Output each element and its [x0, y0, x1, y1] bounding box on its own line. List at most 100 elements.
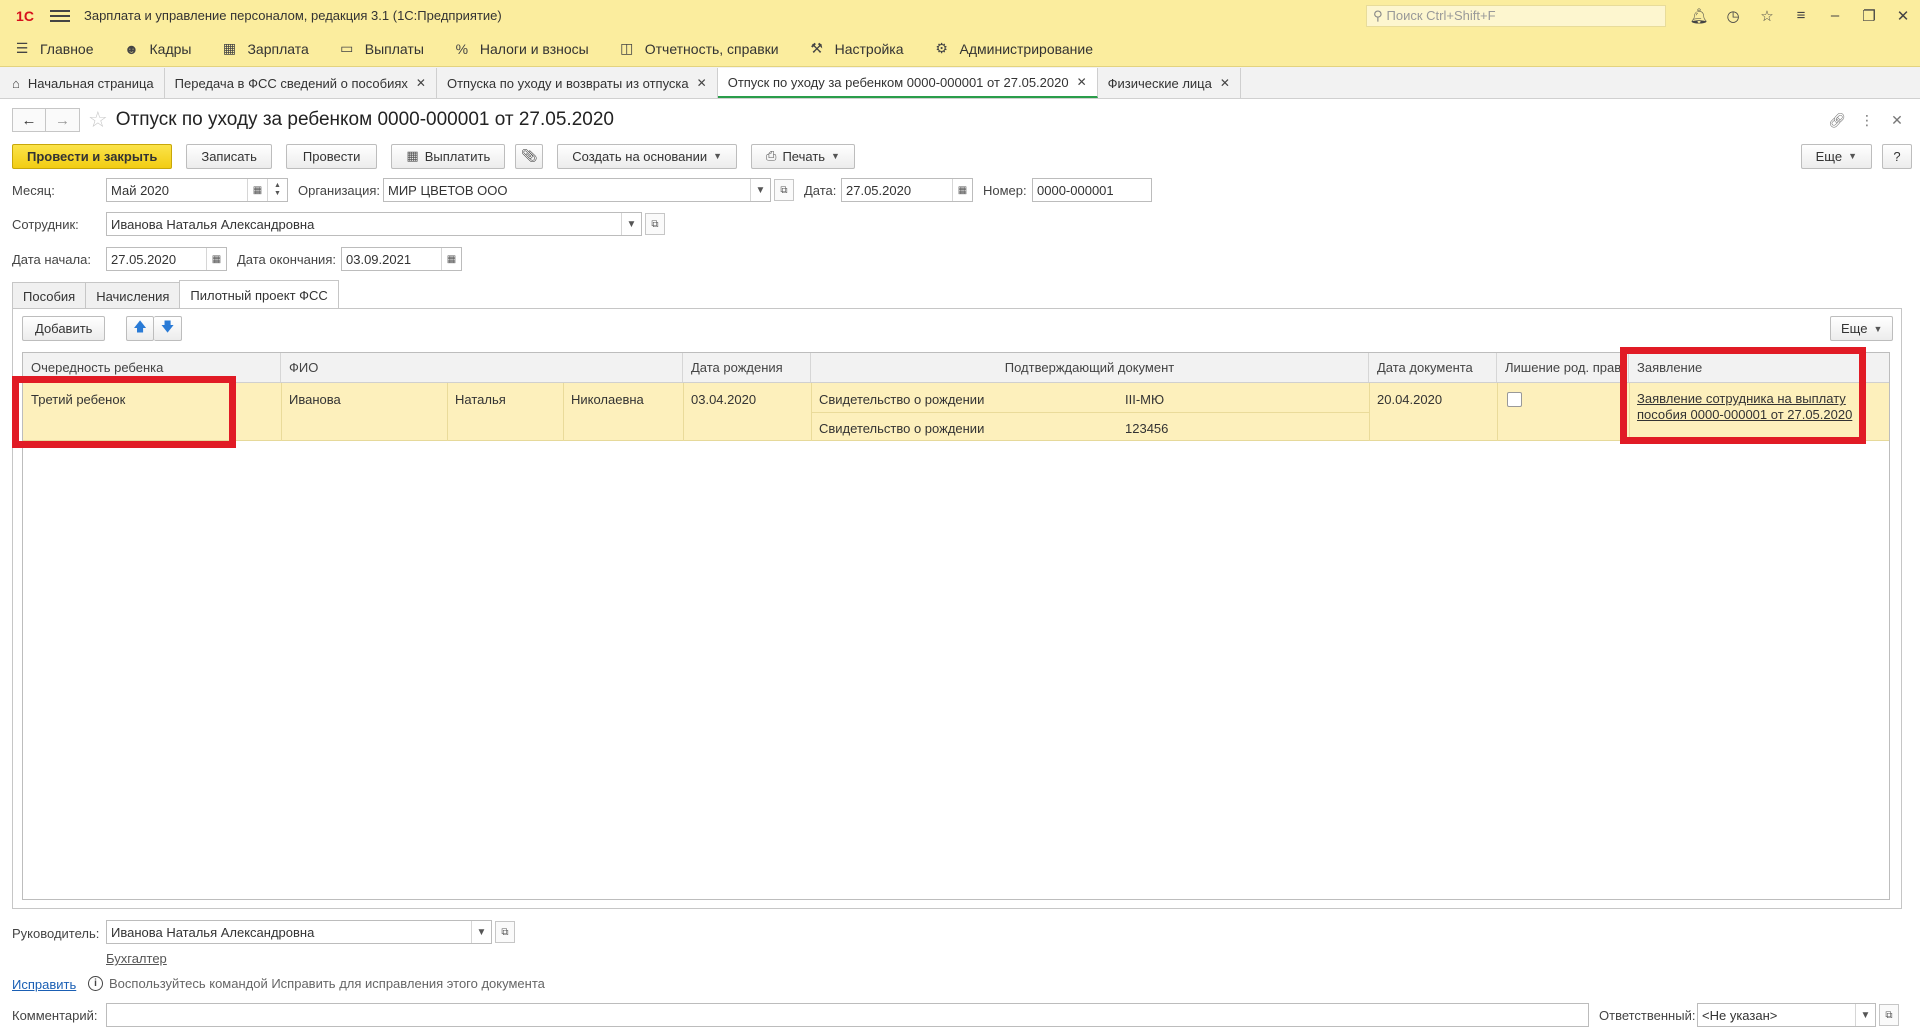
post-and-close-button[interactable]: Провести и закрыть: [12, 143, 173, 169]
pay-button[interactable]: ▦ Выплатить: [391, 143, 506, 169]
accountant-link[interactable]: Бухгалтер: [106, 951, 167, 966]
cell-doc2-number: 123456: [1125, 421, 1169, 436]
comment-field[interactable]: [106, 1003, 1589, 1027]
fix-link[interactable]: Исправить: [12, 977, 76, 992]
table-more-button[interactable]: Еще ▼: [1830, 316, 1894, 341]
number-field[interactable]: 0000-000001: [1032, 178, 1152, 202]
organization-field[interactable]: МИР ЦВЕТОВ ООО ▼: [383, 178, 771, 202]
app-logo[interactable]: 1С: [8, 0, 42, 31]
favorites-star-icon[interactable]: ☆: [1750, 0, 1784, 31]
tab-individuals[interactable]: Физические лица ✕: [1097, 68, 1241, 98]
bell-icon[interactable]: 🔔︎: [1682, 0, 1716, 31]
favorite-star-icon[interactable]: ☆: [88, 107, 108, 133]
main-menu-icon[interactable]: [50, 9, 70, 22]
chevron-down-icon[interactable]: ▼: [1855, 1004, 1875, 1026]
column-header-deprivation[interactable]: Лишение род. прав: [1497, 353, 1629, 382]
section-hr[interactable]: ☻ Кадры: [124, 40, 191, 57]
close-window-icon[interactable]: ✕: [1886, 0, 1920, 31]
table-row[interactable]: Третий ребенок Иванова Наталья Николаевн…: [23, 383, 1889, 441]
tab-home[interactable]: ⌂ Начальная страница: [2, 68, 165, 98]
calendar-icon[interactable]: ▦: [247, 179, 267, 201]
column-header-document[interactable]: Подтверждающий документ: [811, 353, 1369, 382]
responsible-label: Ответственный:: [1599, 1008, 1696, 1023]
chevron-down-icon: ▼: [713, 151, 723, 161]
add-button[interactable]: Добавить: [22, 316, 106, 341]
annotation-highlight-order: [12, 376, 236, 448]
minimize-icon[interactable]: –: [1818, 0, 1852, 31]
gear-icon: ⚙: [935, 40, 948, 56]
close-icon[interactable]: ✕: [697, 76, 707, 90]
paperclip-icon: 📎︎: [520, 148, 538, 163]
chevron-down-icon[interactable]: ▼: [471, 921, 491, 943]
print-button[interactable]: ⎙ Печать ▼: [751, 143, 855, 169]
info-icon: i: [88, 976, 103, 991]
open-head-button[interactable]: ⧉: [495, 921, 515, 943]
section-reports[interactable]: ◫ Отчетность, справки: [619, 40, 779, 57]
calendar-icon[interactable]: ▦: [206, 248, 226, 270]
move-up-button[interactable]: 🡅: [126, 316, 154, 341]
end-date-field[interactable]: 03.09.2021 ▦: [341, 247, 462, 271]
open-employee-button[interactable]: ⧉: [645, 213, 665, 235]
column-header-birth-date[interactable]: Дата рождения: [683, 353, 811, 382]
link-icon[interactable]: 🔗︎: [1822, 112, 1852, 129]
attach-button[interactable]: 📎︎: [515, 143, 544, 169]
section-admin[interactable]: ⚙ Администрирование: [934, 40, 1093, 57]
close-icon[interactable]: ✕: [1220, 76, 1230, 90]
month-field[interactable]: Май 2020 ▦ ▲ ▼: [106, 178, 288, 202]
responsible-field[interactable]: <Не указан> ▼: [1697, 1003, 1876, 1027]
history-icon[interactable]: ◷: [1716, 0, 1750, 31]
tab-leave-list[interactable]: Отпуска по уходу и возвраты из отпуска ✕: [436, 68, 718, 98]
percent-icon: %: [455, 40, 469, 57]
spin-stepper[interactable]: ▲ ▼: [267, 179, 287, 201]
settings-menu-icon[interactable]: ≡: [1784, 0, 1818, 31]
tab-fss-pilot[interactable]: Пилотный проект ФСС: [179, 280, 339, 309]
section-payments[interactable]: ▭ Выплаты: [339, 40, 424, 57]
head-field[interactable]: Иванова Наталья Александровна ▼: [106, 920, 492, 944]
open-responsible-button[interactable]: ⧉: [1879, 1004, 1899, 1026]
employee-field[interactable]: Иванова Наталья Александровна ▼: [106, 212, 642, 236]
people-icon: ☻: [124, 40, 139, 57]
tab-current-document[interactable]: Отпуск по уходу за ребенком 0000-000001 …: [717, 68, 1098, 98]
chevron-down-icon[interactable]: ▼: [750, 179, 770, 201]
start-date-field[interactable]: 27.05.2020 ▦: [106, 247, 227, 271]
tab-fss-transfer[interactable]: Передача в ФСС сведений о пособиях ✕: [164, 68, 437, 98]
close-document-icon[interactable]: ✕: [1882, 112, 1912, 129]
restore-icon[interactable]: ❐: [1852, 0, 1886, 31]
cell-last-name: Иванова: [289, 392, 341, 407]
tab-accruals[interactable]: Начисления: [85, 282, 181, 309]
table-header: Очередность ребенка ФИО Дата рождения По…: [23, 353, 1889, 383]
cell-first-name: Наталья: [455, 392, 506, 407]
section-salary[interactable]: ▦ Зарплата: [221, 40, 309, 57]
more-button[interactable]: Еще ▼: [1800, 143, 1872, 169]
close-icon[interactable]: ✕: [1077, 75, 1087, 89]
cell-patronymic: Николаевна: [571, 392, 644, 407]
open-organization-button[interactable]: ⧉: [774, 179, 794, 201]
calendar-icon[interactable]: ▦: [441, 248, 461, 270]
chevron-down-icon[interactable]: ▼: [621, 213, 641, 235]
date-label: Дата:: [804, 183, 837, 198]
calendar-icon[interactable]: ▦: [952, 179, 972, 201]
save-button[interactable]: Записать: [186, 143, 272, 169]
move-buttons: 🡅 🡇: [126, 316, 182, 341]
back-button[interactable]: ←: [12, 108, 46, 132]
create-based-on-button[interactable]: Создать на основании ▼: [557, 143, 738, 169]
section-main[interactable]: ☰ Главное: [14, 40, 94, 57]
cell-doc1-series: III-МЮ: [1125, 392, 1165, 407]
date-field[interactable]: 27.05.2020 ▦: [841, 178, 973, 202]
post-button[interactable]: Провести: [285, 143, 378, 169]
move-down-button[interactable]: 🡇: [154, 316, 182, 341]
help-button[interactable]: ?: [1882, 143, 1912, 169]
menu-icon: ☰: [15, 40, 29, 56]
column-header-fio[interactable]: ФИО: [281, 353, 683, 382]
tab-benefits[interactable]: Пособия: [12, 282, 87, 309]
section-settings[interactable]: ⚒ Настройка: [809, 40, 903, 57]
column-header-doc-date[interactable]: Дата документа: [1369, 353, 1497, 382]
close-icon[interactable]: ✕: [416, 76, 426, 90]
forward-button[interactable]: →: [46, 108, 80, 132]
deprivation-checkbox[interactable]: [1507, 392, 1522, 407]
section-taxes[interactable]: % Налоги и взносы: [454, 41, 589, 57]
more-vertical-icon[interactable]: ⋮: [1852, 112, 1882, 129]
printer-icon: ⎙: [766, 148, 777, 163]
global-search-input[interactable]: ⚲ Поиск Ctrl+Shift+F: [1366, 4, 1666, 27]
annotation-highlight-application: [1620, 347, 1866, 444]
